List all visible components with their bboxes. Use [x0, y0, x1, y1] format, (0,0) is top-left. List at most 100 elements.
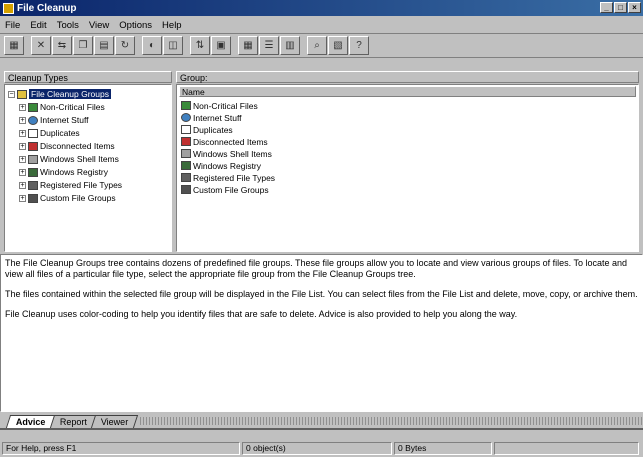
- tree-item-label: File Cleanup Groups: [29, 89, 111, 99]
- list-item-label: Duplicates: [193, 124, 233, 135]
- file-cleanup-window: File Cleanup _ □ × File Edit Tools View …: [0, 0, 643, 457]
- details-icon[interactable]: ▥: [280, 36, 300, 55]
- status-bar: For Help, press F1 0 object(s) 0 Bytes: [0, 440, 643, 457]
- list-item[interactable]: Custom File Groups: [181, 184, 269, 195]
- shell-icon: [28, 154, 38, 164]
- tree-item-duplicates[interactable]: + Duplicates: [19, 127, 80, 139]
- maximize-button[interactable]: □: [614, 2, 627, 13]
- tree-item-label: Registered File Types: [40, 180, 123, 190]
- list-item[interactable]: Registered File Types: [181, 172, 275, 183]
- menu-tools[interactable]: Tools: [52, 20, 84, 31]
- advice-paragraph-1: The File Cleanup Groups tree contains do…: [5, 258, 628, 279]
- expand-icon[interactable]: +: [19, 194, 26, 202]
- tab-viewer[interactable]: Viewer: [90, 415, 139, 428]
- expand-icon[interactable]: +: [19, 168, 26, 176]
- tab-label: Viewer: [100, 417, 128, 427]
- delete-icon[interactable]: ✕: [31, 36, 51, 55]
- tree-item-windows-shell-items[interactable]: + Windows Shell Items: [19, 153, 119, 165]
- menu-file[interactable]: File: [0, 20, 25, 31]
- expand-icon[interactable]: +: [19, 129, 26, 137]
- large-icons-icon[interactable]: ▣: [211, 36, 231, 55]
- filter-icon[interactable]: ◫: [163, 36, 183, 55]
- list-item[interactable]: Non-Critical Files: [181, 100, 258, 111]
- list-item[interactable]: Internet Stuff: [181, 112, 242, 123]
- title-bar[interactable]: File Cleanup _ □ ×: [0, 0, 643, 16]
- custom-group-icon: [28, 193, 38, 203]
- list-icon[interactable]: ☰: [259, 36, 279, 55]
- status-help-text: For Help, press F1: [2, 442, 240, 455]
- tab-scrollbar[interactable]: [139, 417, 643, 425]
- menu-view[interactable]: View: [84, 20, 114, 31]
- tree-item-disconnected-items[interactable]: + Disconnected Items: [19, 140, 115, 152]
- menu-bar: File Edit Tools View Options Help: [0, 17, 643, 34]
- tree-item-windows-registry[interactable]: + Windows Registry: [19, 166, 108, 178]
- tree-item-internet-stuff[interactable]: + Internet Stuff: [19, 114, 89, 126]
- list-item-label: Disconnected Items: [193, 136, 268, 147]
- tree-item-label: Windows Registry: [40, 167, 109, 177]
- globe-icon: [181, 113, 191, 122]
- refresh-icon[interactable]: ↻: [115, 36, 135, 55]
- status-extra: [494, 442, 639, 455]
- tree-item-custom-file-groups[interactable]: + Custom File Groups: [19, 192, 116, 204]
- duplicate-icon: [28, 128, 38, 138]
- bottom-tabs: Advice Report Viewer: [0, 414, 643, 430]
- menu-help[interactable]: Help: [157, 20, 187, 31]
- window-title: File Cleanup: [17, 2, 77, 14]
- list-item[interactable]: Windows Shell Items: [181, 148, 272, 159]
- disconnect-icon: [181, 137, 191, 146]
- tab-advice[interactable]: Advice: [5, 415, 56, 428]
- menu-edit[interactable]: Edit: [25, 20, 51, 31]
- file-list[interactable]: Name Non-Critical Files Internet Stuff D…: [176, 84, 639, 252]
- list-item-label: Windows Registry: [193, 160, 262, 171]
- copy-icon[interactable]: ❐: [73, 36, 93, 55]
- group-icon: [28, 102, 38, 112]
- expand-icon[interactable]: +: [19, 103, 26, 111]
- tab-label: Advice: [15, 417, 46, 427]
- advice-paragraph-2: The files contained within the selected …: [5, 289, 638, 299]
- tree-item-label: Non-Critical Files: [40, 102, 105, 112]
- expand-icon[interactable]: +: [19, 142, 26, 150]
- find-icon[interactable]: ⌕: [307, 36, 327, 55]
- expand-icon[interactable]: +: [19, 155, 26, 163]
- list-item[interactable]: Duplicates: [181, 124, 233, 135]
- list-item-label: Windows Shell Items: [193, 148, 272, 159]
- globe-icon: [28, 115, 38, 125]
- registry-icon: [181, 161, 191, 170]
- advice-paragraph-3: File Cleanup uses color-coding to help y…: [5, 309, 518, 319]
- cleanup-types-tree[interactable]: − File Cleanup Groups + Non-Critical Fil…: [4, 84, 172, 252]
- minimize-button[interactable]: _: [600, 2, 613, 13]
- list-item-label: Registered File Types: [193, 172, 276, 183]
- expand-icon[interactable]: +: [19, 181, 26, 189]
- duplicate-icon: [181, 125, 191, 134]
- status-object-count: 0 object(s): [242, 442, 392, 455]
- tree-item-label: Internet Stuff: [40, 115, 89, 125]
- shell-icon: [181, 149, 191, 158]
- sort-icon[interactable]: ⇅: [190, 36, 210, 55]
- column-header-name[interactable]: Name: [179, 86, 636, 97]
- folder-icon: [17, 89, 27, 99]
- tab-report[interactable]: Report: [49, 415, 97, 428]
- expand-icon[interactable]: +: [19, 116, 26, 124]
- list-item[interactable]: Windows Registry: [181, 160, 261, 171]
- filetype-icon: [181, 173, 191, 182]
- move-icon[interactable]: ⇆: [52, 36, 72, 55]
- properties-icon[interactable]: ▧: [328, 36, 348, 55]
- app-icon: [3, 2, 14, 14]
- custom-group-icon: [181, 185, 191, 194]
- close-button[interactable]: ×: [628, 2, 641, 13]
- left-pane-header: Cleanup Types: [4, 71, 172, 83]
- list-item[interactable]: Disconnected Items: [181, 136, 268, 147]
- new-icon[interactable]: ▦: [4, 36, 24, 55]
- tree-item-registered-file-types[interactable]: + Registered File Types: [19, 179, 122, 191]
- tree-item-non-critical-files[interactable]: + Non-Critical Files: [19, 101, 105, 113]
- help-icon[interactable]: ?: [349, 36, 369, 55]
- list-item-label: Custom File Groups: [193, 184, 269, 195]
- preview-icon[interactable]: ◐: [142, 36, 162, 55]
- tree-item-label: Duplicates: [40, 128, 80, 138]
- collapse-icon[interactable]: −: [8, 90, 15, 98]
- archive-icon[interactable]: ▤: [94, 36, 114, 55]
- small-icons-icon[interactable]: ▦: [238, 36, 258, 55]
- menu-options[interactable]: Options: [114, 20, 157, 31]
- tree-item-file-cleanup-groups[interactable]: − File Cleanup Groups: [8, 88, 111, 100]
- filetype-icon: [28, 180, 38, 190]
